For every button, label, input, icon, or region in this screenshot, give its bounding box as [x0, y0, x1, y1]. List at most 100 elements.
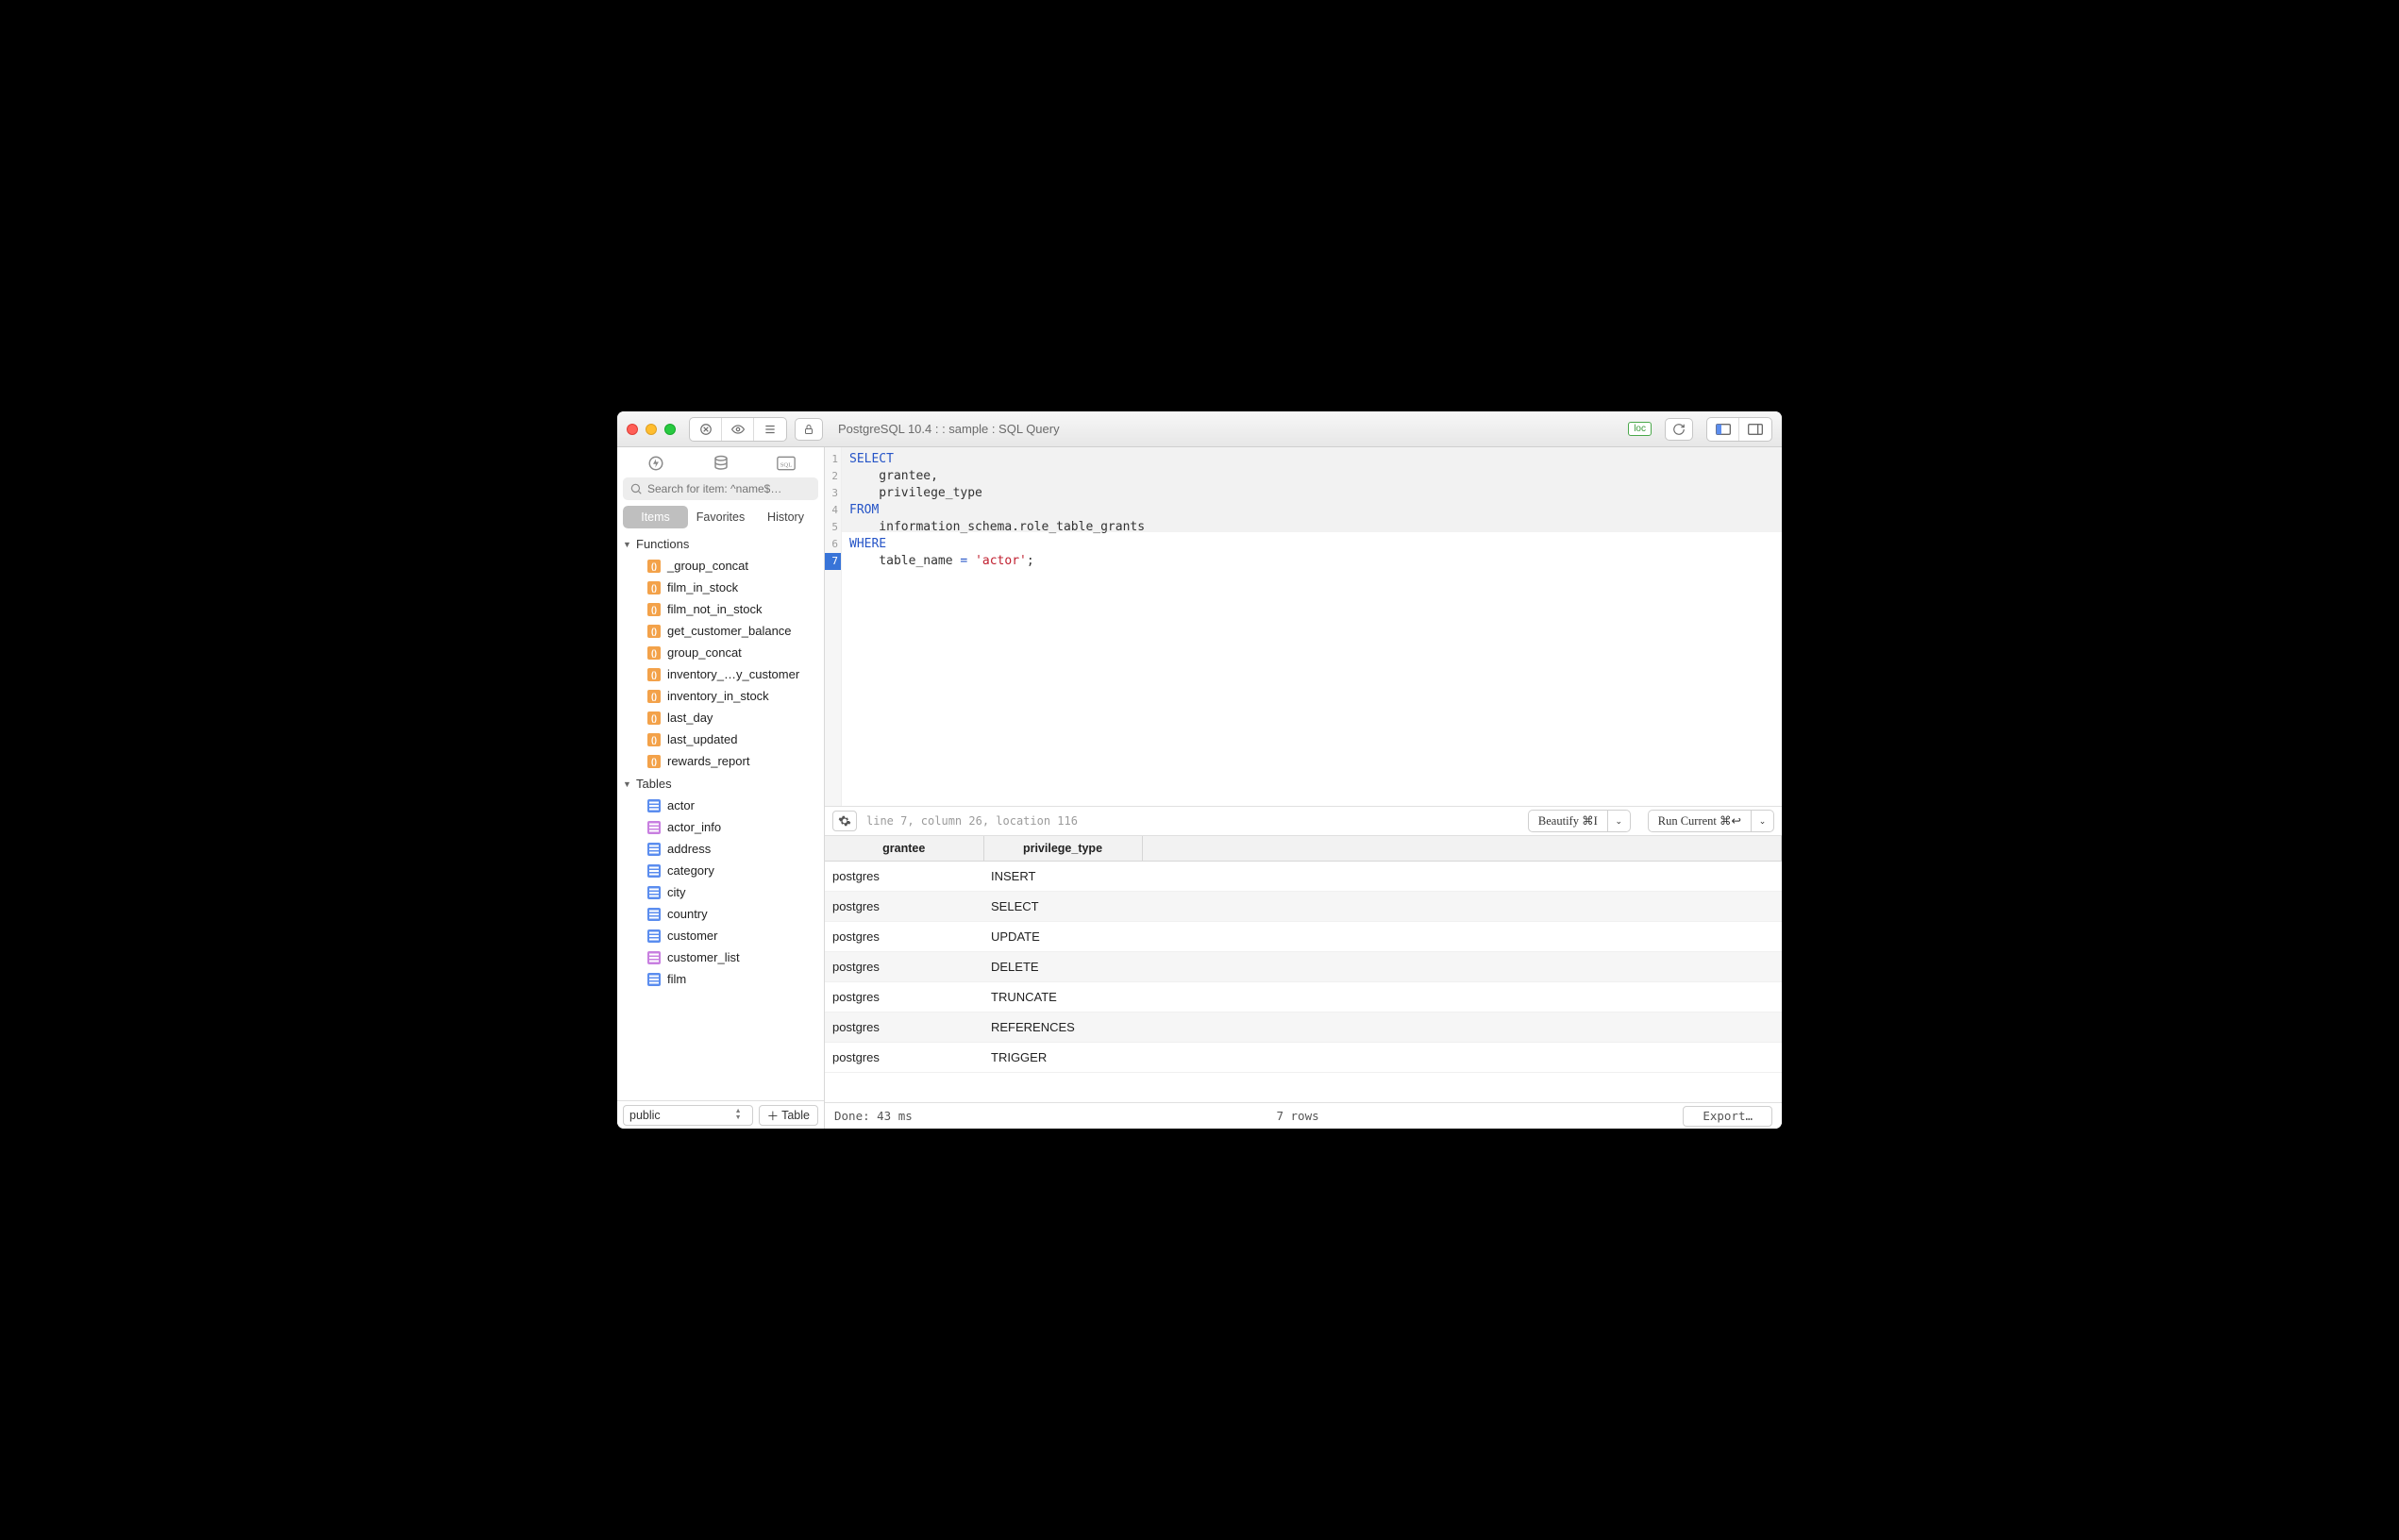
tree-item[interactable]: last_day: [617, 707, 824, 728]
cell[interactable]: INSERT: [983, 862, 1142, 892]
table-row[interactable]: postgresTRIGGER: [825, 1043, 1782, 1073]
beautify-button[interactable]: Beautify ⌘I: [1528, 810, 1608, 832]
left-panel-icon[interactable]: [1707, 418, 1739, 441]
main: 1234567 SELECT grantee, privilege_type F…: [825, 447, 1782, 1129]
export-button[interactable]: Export…: [1683, 1106, 1772, 1127]
tab-items[interactable]: Items: [623, 506, 688, 528]
tree-item[interactable]: film: [617, 968, 824, 990]
cell[interactable]: UPDATE: [983, 922, 1142, 952]
tab-history[interactable]: History: [753, 506, 818, 528]
tree-item[interactable]: film_not_in_stock: [617, 598, 824, 620]
cancel-icon[interactable]: [690, 418, 722, 441]
tree-item[interactable]: inventory_in_stock: [617, 685, 824, 707]
tree-item[interactable]: film_in_stock: [617, 577, 824, 598]
tree-item[interactable]: rewards_report: [617, 750, 824, 772]
table-row[interactable]: postgresUPDATE: [825, 922, 1782, 952]
cell[interactable]: DELETE: [983, 952, 1142, 982]
tree-item[interactable]: category: [617, 860, 824, 881]
lock-icon[interactable]: [795, 418, 823, 441]
view-icon: [647, 951, 661, 964]
table-icon: [647, 799, 661, 812]
refresh-icon[interactable]: [1665, 418, 1693, 441]
cell[interactable]: TRIGGER: [983, 1043, 1142, 1073]
table-row[interactable]: postgresTRUNCATE: [825, 982, 1782, 1013]
sql-icon[interactable]: SQL: [774, 453, 798, 474]
table-row[interactable]: postgresREFERENCES: [825, 1013, 1782, 1043]
tab-favorites[interactable]: Favorites: [688, 506, 753, 528]
tree-item[interactable]: customer: [617, 925, 824, 946]
table-row[interactable]: postgresINSERT: [825, 862, 1782, 892]
disclosure-triangle-icon: ▼: [623, 540, 632, 549]
tree-item[interactable]: address: [617, 838, 824, 860]
editor-code[interactable]: SELECT grantee, privilege_type FROM info…: [842, 447, 1782, 806]
sidebar-tree[interactable]: ▼Functions_group_concatfilm_in_stockfilm…: [617, 532, 824, 1100]
run-button[interactable]: Run Current ⌘↩: [1648, 810, 1752, 832]
results-table: granteeprivilege_type postgresINSERTpost…: [825, 836, 1782, 1073]
table-row[interactable]: postgresDELETE: [825, 952, 1782, 982]
column-header[interactable]: grantee: [825, 836, 983, 862]
cell[interactable]: postgres: [825, 1013, 983, 1043]
tree-item[interactable]: city: [617, 881, 824, 903]
sidebar-tabs: Items Favorites History: [623, 506, 818, 528]
zoom-window-button[interactable]: [664, 424, 676, 435]
tree-item[interactable]: get_customer_balance: [617, 620, 824, 642]
tree-item[interactable]: country: [617, 903, 824, 925]
column-header[interactable]: privilege_type: [983, 836, 1142, 862]
close-window-button[interactable]: [627, 424, 638, 435]
tree-item[interactable]: group_concat: [617, 642, 824, 663]
function-icon: [647, 668, 661, 681]
tree-item[interactable]: last_updated: [617, 728, 824, 750]
tree-item[interactable]: inventory_…y_customer: [617, 663, 824, 685]
database-icon[interactable]: [709, 453, 733, 474]
beautify-group: Beautify ⌘I ⌄: [1528, 810, 1631, 832]
loc-badge: loc: [1628, 422, 1652, 436]
sql-editor[interactable]: 1234567 SELECT grantee, privilege_type F…: [825, 447, 1782, 806]
cell[interactable]: SELECT: [983, 892, 1142, 922]
schema-popup-label: public: [629, 1109, 661, 1122]
quick-connect-icon[interactable]: [644, 453, 668, 474]
tree-item-label: film_not_in_stock: [667, 602, 762, 616]
tree-item[interactable]: actor: [617, 795, 824, 816]
results-grid[interactable]: granteeprivilege_type postgresINSERTpost…: [825, 836, 1782, 1102]
group-header[interactable]: ▼Tables: [617, 772, 824, 795]
tree-item-label: film: [667, 972, 686, 986]
beautify-menu-button[interactable]: ⌄: [1608, 810, 1631, 832]
table-icon: [647, 908, 661, 921]
add-table-button[interactable]: ＋ Table: [759, 1105, 818, 1126]
schema-popup[interactable]: public ▲▼: [623, 1105, 753, 1126]
window-controls: [627, 424, 676, 435]
group-header[interactable]: ▼Functions: [617, 532, 824, 555]
eye-icon[interactable]: [722, 418, 754, 441]
status-bar: Done: 43 ms 7 rows Export…: [825, 1102, 1782, 1129]
table-row[interactable]: postgresSELECT: [825, 892, 1782, 922]
tree-item-label: address: [667, 842, 711, 856]
cell[interactable]: postgres: [825, 1043, 983, 1073]
tree-item-label: customer_list: [667, 950, 740, 964]
tree-item-label: category: [667, 863, 714, 878]
stepper-icon: ▲▼: [735, 1109, 747, 1121]
chevron-down-icon: ⌄: [1759, 816, 1767, 827]
run-menu-button[interactable]: ⌄: [1752, 810, 1774, 832]
search-input[interactable]: [623, 477, 818, 500]
group-label: Tables: [636, 777, 672, 791]
status-done: Done: 43 ms: [834, 1109, 913, 1123]
cell[interactable]: postgres: [825, 892, 983, 922]
table-icon: [647, 973, 661, 986]
gear-icon[interactable]: [832, 811, 857, 831]
minimize-window-button[interactable]: [646, 424, 657, 435]
right-panel-icon[interactable]: [1739, 418, 1771, 441]
tree-item[interactable]: _group_concat: [617, 555, 824, 577]
list-icon[interactable]: [754, 418, 786, 441]
cell[interactable]: postgres: [825, 952, 983, 982]
cell[interactable]: postgres: [825, 922, 983, 952]
cell[interactable]: postgres: [825, 982, 983, 1013]
cell[interactable]: postgres: [825, 862, 983, 892]
tree-item-label: inventory_…y_customer: [667, 667, 799, 681]
table-icon: [647, 843, 661, 856]
tree-item[interactable]: customer_list: [617, 946, 824, 968]
plus-icon: ＋: [767, 1106, 780, 1124]
cell[interactable]: TRUNCATE: [983, 982, 1142, 1013]
cell[interactable]: REFERENCES: [983, 1013, 1142, 1043]
tree-item-label: actor: [667, 798, 695, 812]
tree-item[interactable]: actor_info: [617, 816, 824, 838]
